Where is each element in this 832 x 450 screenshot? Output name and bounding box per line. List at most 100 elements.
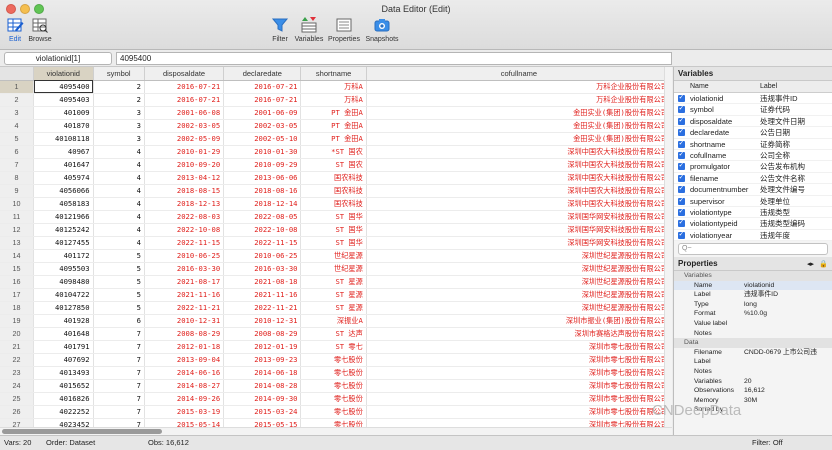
cell-disposaldate[interactable]: 2016-07-21 — [144, 80, 225, 94]
cell-disposaldate[interactable]: 2018-08-15 — [144, 184, 225, 198]
variable-checkbox[interactable] — [678, 172, 685, 183]
cell-disposaldate[interactable]: 2010-12-31 — [144, 314, 225, 328]
cell-disposaldate[interactable]: 2008-08-29 — [144, 327, 225, 341]
cell-declaredate[interactable]: 2008-08-29 — [223, 327, 302, 341]
variable-checkbox[interactable] — [678, 195, 685, 206]
cell-violationid[interactable]: 40127455 — [33, 236, 94, 250]
cell-symbol[interactable]: 5 — [93, 249, 145, 263]
row-number[interactable]: 8 — [0, 171, 35, 185]
cell-cofullname[interactable]: 万科企业股份有限公司 — [366, 93, 672, 107]
variable-row[interactable]: declaredate 公告日期 — [674, 126, 832, 139]
cell-symbol[interactable]: 7 — [93, 340, 145, 354]
cell-disposaldate[interactable]: 2014-06-16 — [144, 366, 225, 380]
cell-symbol[interactable]: 7 — [93, 379, 145, 393]
table-row[interactable]: 16 4098480 5 2021-08-17 2021-08-18 ST 星源 深圳世纪星… — [0, 275, 672, 289]
table-row[interactable]: 4 401870 3 2002-03-05 2002-03-05 PT 金田A 金田实业(集… — [0, 119, 672, 133]
cell-declaredate[interactable]: 2013-09-23 — [223, 353, 302, 367]
variables-search-input[interactable]: Q~ — [678, 243, 828, 255]
cell-violationid[interactable]: 4022252 — [33, 405, 94, 419]
row-number[interactable]: 18 — [0, 301, 35, 315]
variable-row[interactable]: shortname 证券简称 — [674, 138, 832, 150]
row-number[interactable]: 6 — [0, 145, 35, 159]
cell-cofullname[interactable]: 深圳世纪星源股份有限公司 — [366, 262, 672, 276]
cell-symbol[interactable]: 3 — [93, 106, 145, 120]
table-row[interactable]: 25 4016826 7 2014-09-26 2014-09-30 零七股份 深圳市零七股… — [0, 392, 672, 406]
variable-row[interactable]: filename 公告文件名称 — [674, 172, 832, 185]
property-row[interactable]: Variables 20 — [674, 377, 832, 387]
column-header-shortname[interactable]: shortname — [300, 67, 367, 81]
property-value[interactable]: %10.0g — [744, 309, 767, 319]
cell-violationid[interactable]: 401172 — [33, 249, 94, 263]
row-number[interactable]: 15 — [0, 262, 35, 276]
cell-cofullname[interactable]: 深圳市零七股份有限公司 — [366, 340, 672, 354]
cell-symbol[interactable]: 5 — [93, 301, 145, 315]
property-row[interactable]: Value label — [674, 319, 832, 329]
row-number[interactable]: 24 — [0, 379, 35, 393]
cell-symbol[interactable]: 7 — [93, 405, 145, 419]
cell-symbol[interactable]: 6 — [93, 314, 145, 328]
table-row[interactable]: 21 401791 7 2012-01-18 2012-01-19 ST 零七 深圳市零七股… — [0, 340, 672, 354]
row-number[interactable]: 16 — [0, 275, 35, 289]
cell-symbol[interactable]: 2 — [93, 93, 145, 107]
cell-violationid[interactable]: 4095403 — [33, 93, 94, 107]
cell-disposaldate[interactable]: 2022-10-08 — [144, 223, 225, 237]
cell-cofullname[interactable]: 深圳中国农大科技股份有限公司 — [366, 184, 672, 198]
row-number[interactable]: 20 — [0, 327, 35, 341]
row-number[interactable]: 9 — [0, 184, 35, 198]
cell-declaredate[interactable]: 2002-03-05 — [223, 119, 302, 133]
cell-symbol[interactable]: 7 — [93, 392, 145, 406]
variable-row[interactable]: disposaldate 处理文件日期 — [674, 115, 832, 128]
cell-symbol[interactable]: 4 — [93, 223, 145, 237]
row-number[interactable]: 14 — [0, 249, 35, 263]
cell-shortname[interactable]: ST 国华 — [300, 210, 367, 224]
variable-checkbox[interactable] — [678, 138, 685, 149]
row-number[interactable]: 12 — [0, 223, 35, 237]
cell-shortname[interactable]: ST 国农 — [300, 158, 367, 172]
variable-checkbox[interactable] — [678, 160, 685, 171]
cell-symbol[interactable]: 5 — [93, 288, 145, 302]
cell-declaredate[interactable]: 2015-05-15 — [223, 418, 302, 427]
property-row[interactable]: Label — [674, 357, 832, 367]
cell-disposaldate[interactable]: 2002-05-09 — [144, 132, 225, 146]
cell-symbol[interactable]: 4 — [93, 184, 145, 198]
cell-violationid[interactable]: 40127850 — [33, 301, 94, 315]
horizontal-scrollbar[interactable] — [0, 427, 672, 435]
cell-shortname[interactable]: 国农科技 — [300, 197, 367, 211]
cell-disposaldate[interactable]: 2022-11-15 — [144, 236, 225, 250]
variable-row[interactable]: violationyear 违规年度 — [674, 229, 832, 241]
variable-checkbox[interactable] — [678, 206, 685, 217]
property-value[interactable]: 20 — [744, 377, 752, 387]
table-row[interactable]: 14 401172 5 2010-06-25 2010-06-25 世纪星源 深圳世纪星源股… — [0, 249, 672, 263]
cell-shortname[interactable]: 零七股份 — [300, 405, 367, 419]
cell-declaredate[interactable]: 2018-08-16 — [223, 184, 302, 198]
cell-shortname[interactable]: ST 星源 — [300, 288, 367, 302]
table-row[interactable]: 1 4095400 2 2016-07-21 2016-07-21 万科A 万科企业股份有限… — [0, 80, 672, 94]
cell-violationid[interactable]: 401791 — [33, 340, 94, 354]
cell-violationid[interactable]: 401928 — [33, 314, 94, 328]
cell-cofullname[interactable]: 万科企业股份有限公司 — [366, 80, 672, 94]
cell-shortname[interactable]: 零七股份 — [300, 379, 367, 393]
row-number[interactable]: 25 — [0, 392, 35, 406]
filter-button[interactable]: Filter — [268, 16, 292, 48]
cell-violationid[interactable]: 40967 — [33, 145, 94, 159]
cell-declaredate[interactable]: 2013-06-06 — [223, 171, 302, 185]
cell-cofullname[interactable]: 深圳市赛格达声股份有限公司 — [366, 327, 672, 341]
row-number[interactable]: 23 — [0, 366, 35, 380]
variable-row[interactable]: documentnumber 处理文件编号 — [674, 183, 832, 196]
variable-checkbox[interactable] — [678, 115, 685, 126]
cell-violationid[interactable]: 4058183 — [33, 197, 94, 211]
cell-symbol[interactable]: 5 — [93, 262, 145, 276]
cell-disposaldate[interactable]: 2022-08-03 — [144, 210, 225, 224]
cell-shortname[interactable]: 国农科技 — [300, 171, 367, 185]
cell-violationid[interactable]: 407692 — [33, 353, 94, 367]
cell-violationid[interactable]: 4016826 — [33, 392, 94, 406]
cell-declaredate[interactable]: 2014-06-18 — [223, 366, 302, 380]
variable-checkbox[interactable] — [678, 103, 685, 114]
cell-shortname[interactable]: 零七股份 — [300, 392, 367, 406]
row-number[interactable]: 21 — [0, 340, 35, 354]
cell-declaredate[interactable]: 2022-11-15 — [223, 236, 302, 250]
cell-cofullname[interactable]: 深圳市振业(集团)股份有限公司 — [366, 314, 672, 328]
cell-declaredate[interactable]: 2010-01-30 — [223, 145, 302, 159]
table-row[interactable]: 19 401928 6 2010-12-31 2010-12-31 深振业A 深圳市振业(集… — [0, 314, 672, 328]
cell-violationid[interactable]: 4015652 — [33, 379, 94, 393]
